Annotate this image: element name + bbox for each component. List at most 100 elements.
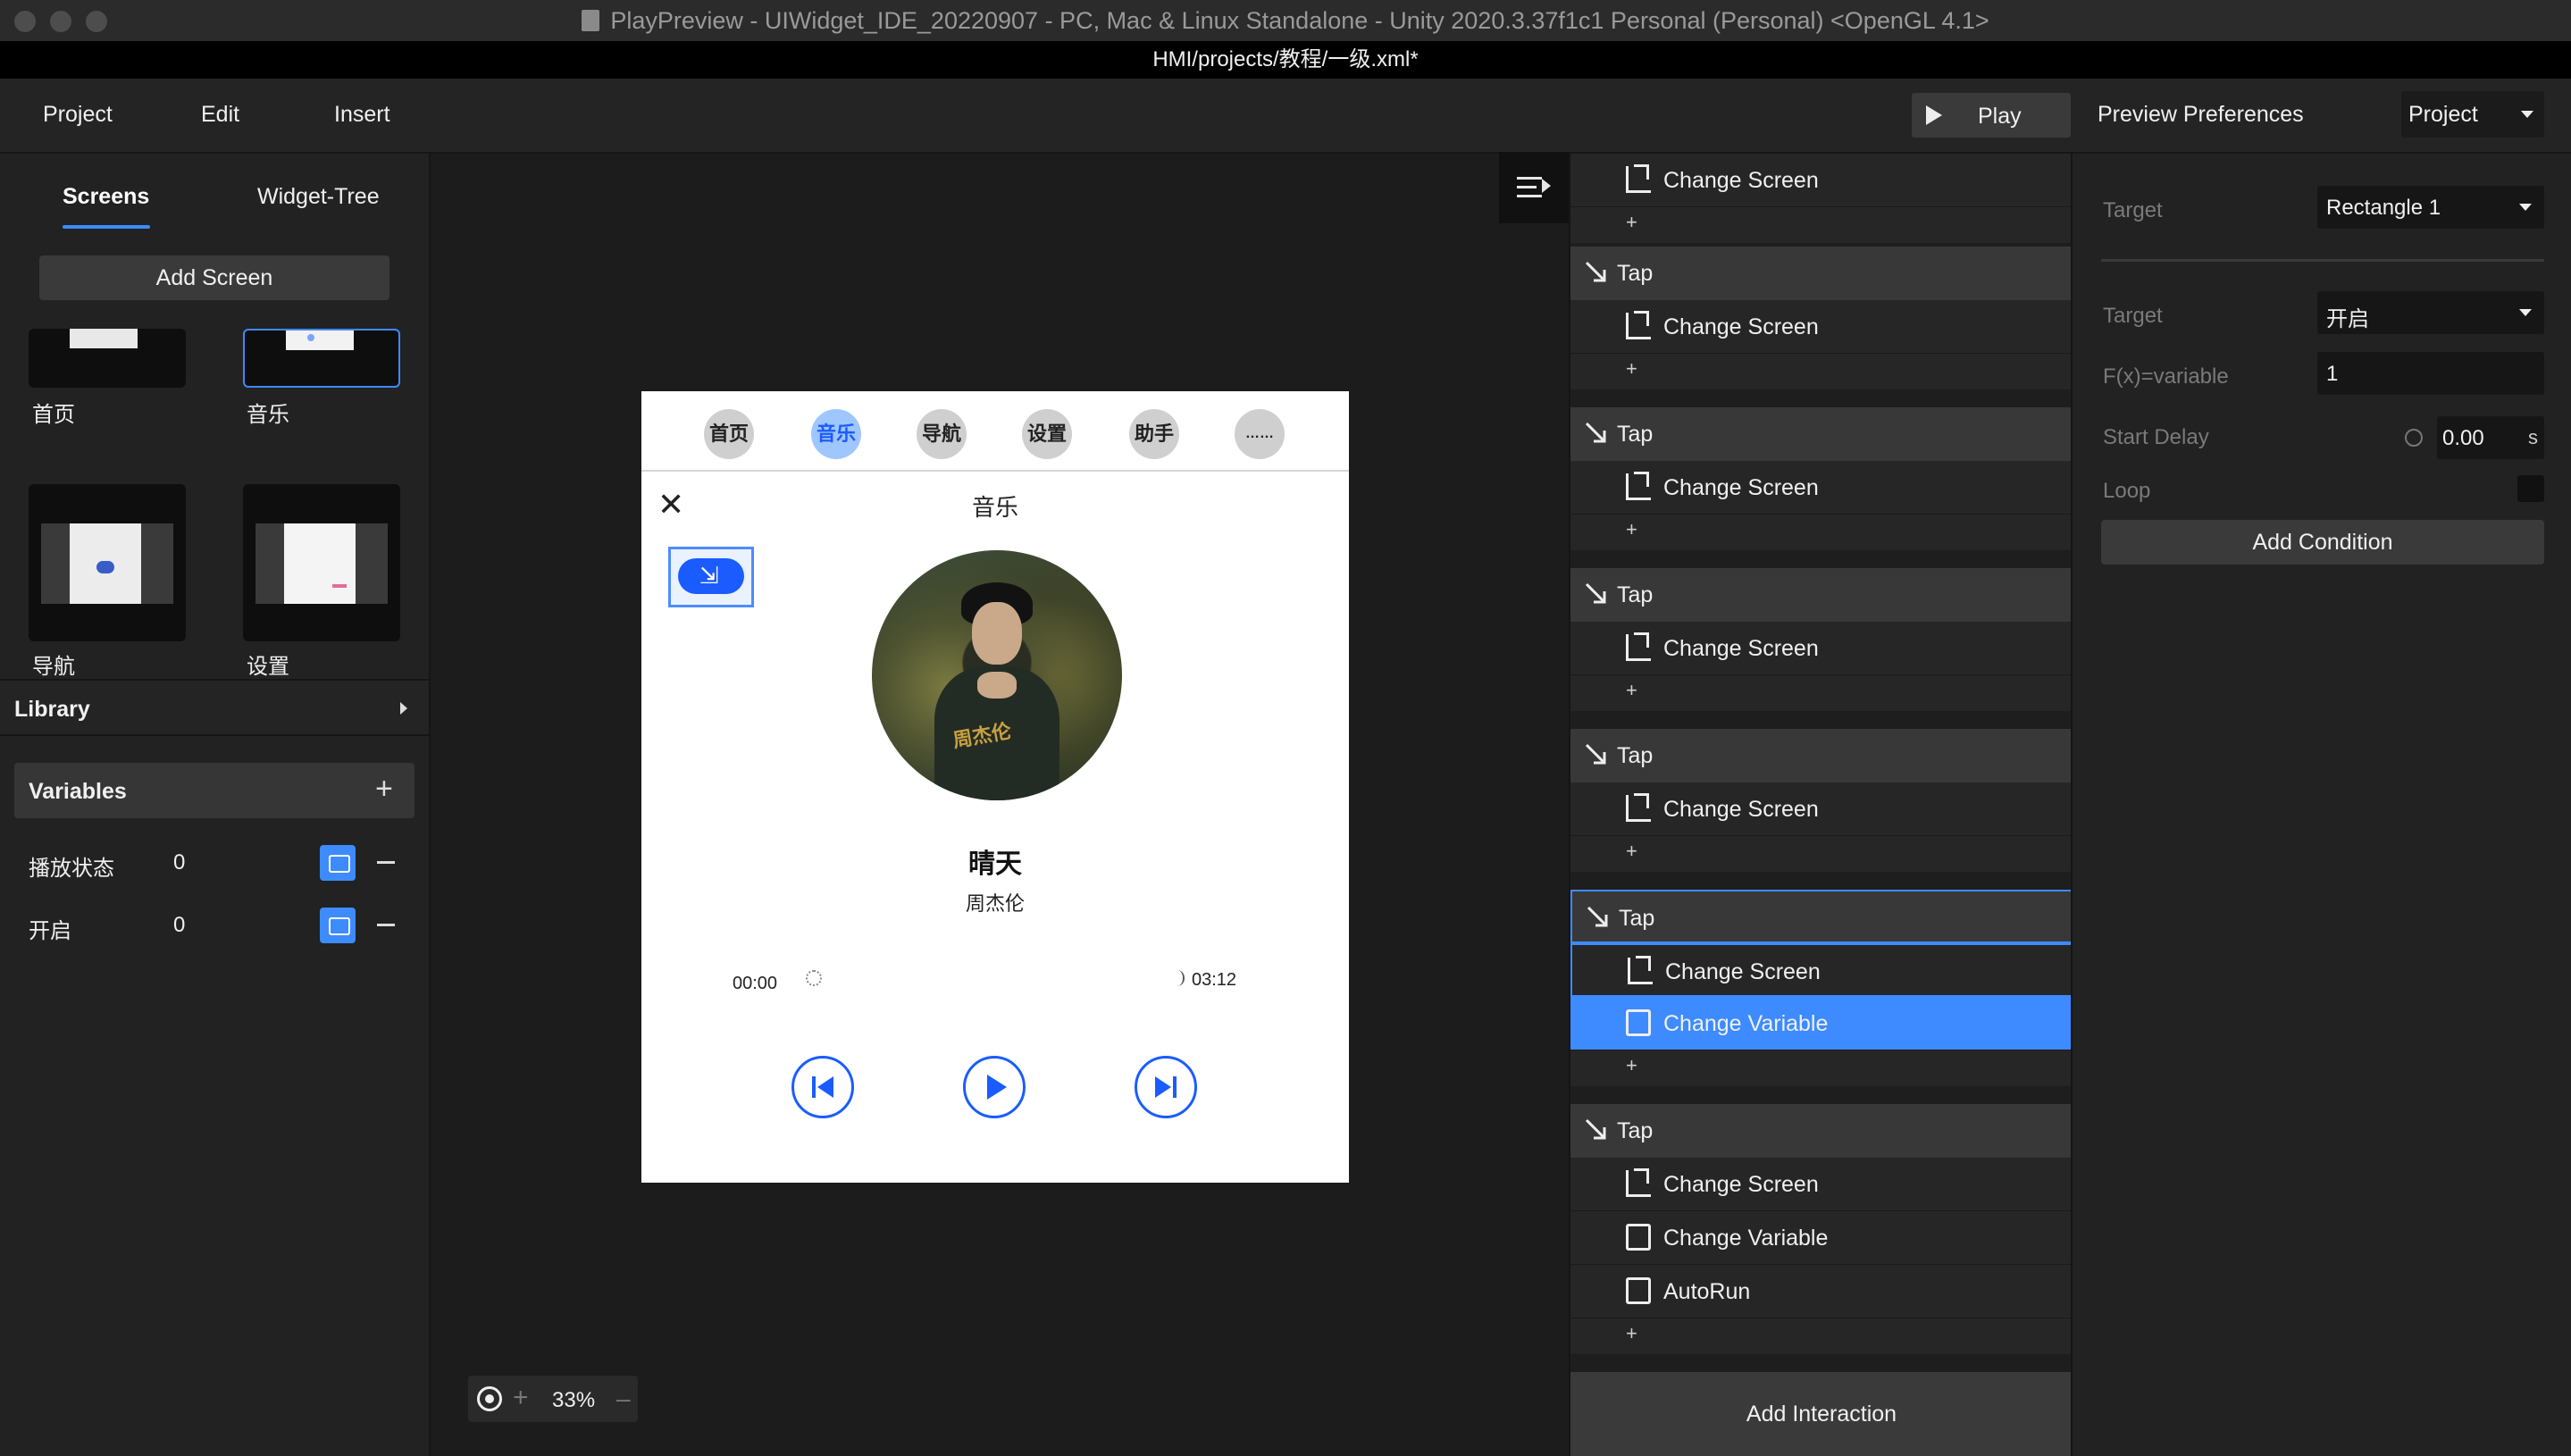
screen-thumbnail-home[interactable] xyxy=(29,329,186,388)
interaction-trigger[interactable]: Tap xyxy=(1570,247,2073,300)
loop-checkbox[interactable] xyxy=(2517,475,2544,502)
action-item[interactable]: Change Screen xyxy=(1570,300,2073,354)
collapse-icon xyxy=(1517,177,1542,180)
target-label: Target xyxy=(2103,198,2163,222)
tab-screens[interactable]: Screens xyxy=(63,184,149,210)
zoom-in-button[interactable]: + xyxy=(513,1383,529,1413)
screen-thumbnail-settings[interactable] xyxy=(243,484,400,641)
device-nav-settings[interactable]: 设置 xyxy=(1022,409,1072,459)
clock-icon xyxy=(2405,429,2423,447)
change-variable-icon xyxy=(1626,1009,1651,1036)
device-nav-assistant[interactable]: 助手 xyxy=(1129,409,1179,459)
add-action-symbol: + xyxy=(1626,211,1637,233)
zoom-out-button[interactable]: – xyxy=(616,1385,631,1413)
target-variable-value: 开启 xyxy=(2326,307,2369,331)
action-item[interactable]: Change Variable xyxy=(1570,1211,2073,1265)
add-action-symbol: + xyxy=(1626,1054,1637,1076)
add-screen-button[interactable]: Add Screen xyxy=(39,255,389,300)
loading-spinner-icon xyxy=(806,970,822,986)
add-action-row[interactable]: + xyxy=(1570,1050,2073,1086)
screen-thumbnail-music[interactable] xyxy=(243,329,400,388)
remove-variable-button[interactable] xyxy=(377,861,395,864)
add-action-row[interactable]: + xyxy=(1570,836,2073,872)
action-item[interactable]: Change Screen xyxy=(1570,622,2073,675)
add-action-row[interactable]: + xyxy=(1570,675,2073,711)
action-item[interactable]: Change Screen xyxy=(1570,461,2073,515)
chevron-down-icon xyxy=(2521,111,2533,118)
action-label: Change Screen xyxy=(1663,797,1819,822)
interactions-panel: Change Screen + Tap Change Screen + Tap … xyxy=(1569,154,2073,1456)
interaction-trigger[interactable]: Tap xyxy=(1570,568,2073,622)
previous-track-button[interactable] xyxy=(791,1056,854,1118)
add-action-row[interactable]: + xyxy=(1570,515,2073,550)
add-variable-button[interactable]: + xyxy=(375,772,393,807)
add-action-symbol: + xyxy=(1626,357,1637,380)
start-delay-input[interactable]: 0.00 s xyxy=(2437,416,2544,459)
add-interaction-button[interactable]: Add Interaction xyxy=(1570,1372,2073,1456)
recenter-icon[interactable] xyxy=(477,1386,502,1411)
action-item[interactable]: Change Screen xyxy=(1570,782,2073,836)
action-item[interactable]: Change Screen xyxy=(1570,943,2073,997)
start-delay-value: 0.00 xyxy=(2442,426,2484,450)
menu-project[interactable]: Project xyxy=(43,102,113,128)
fx-value-input[interactable]: 1 xyxy=(2317,352,2544,395)
collapse-panel-button[interactable] xyxy=(1499,152,1569,223)
action-item[interactable]: Change Screen xyxy=(1570,1158,2073,1211)
target-variable-dropdown[interactable]: 开启 xyxy=(2317,291,2544,334)
variable-link-icon[interactable] xyxy=(320,908,356,943)
divider xyxy=(2101,259,2544,262)
interaction-trigger[interactable]: Tap xyxy=(1570,729,2073,782)
action-item[interactable]: AutoRun xyxy=(1570,1265,2073,1318)
action-label: Change Screen xyxy=(1663,168,1819,193)
screen-thumbnail-navigation[interactable] xyxy=(29,484,186,641)
device-nav-music[interactable]: 音乐 xyxy=(811,409,861,459)
device-nav-more[interactable]: …… xyxy=(1235,409,1285,459)
project-scope-value: Project xyxy=(2408,102,2478,127)
tab-widget-tree[interactable]: Widget-Tree xyxy=(257,184,380,210)
target-value: Rectangle 1 xyxy=(2326,196,2441,220)
time-elapsed: 00:00 xyxy=(733,974,778,993)
add-condition-button[interactable]: Add Condition xyxy=(2101,520,2544,565)
action-item[interactable]: Change Screen xyxy=(1570,154,2073,207)
properties-panel: Target Rectangle 1 Target 开启 F(x)=variab… xyxy=(2071,154,2571,1456)
action-label: AutoRun xyxy=(1663,1279,1751,1304)
next-track-button[interactable] xyxy=(1135,1056,1197,1118)
tap-arrow-icon xyxy=(1587,906,1608,927)
add-action-row[interactable]: + xyxy=(1570,1318,2073,1354)
menu-edit[interactable]: Edit xyxy=(201,102,239,128)
add-action-row[interactable]: + xyxy=(1570,207,2073,243)
device-divider xyxy=(641,470,1349,472)
variable-value[interactable]: 0 xyxy=(173,850,185,875)
chevron-down-icon xyxy=(2519,309,2532,316)
tap-arrow-icon xyxy=(1585,743,1606,765)
library-title: Library xyxy=(14,697,90,722)
add-action-row[interactable]: + xyxy=(1570,354,2073,389)
fx-label: F(x)=variable xyxy=(2103,364,2229,389)
variable-row: 开启 0 xyxy=(0,899,429,952)
device-nav-navigation[interactable]: 导航 xyxy=(917,409,967,459)
menu-insert[interactable]: Insert xyxy=(334,102,390,128)
project-scope-dropdown[interactable]: Project xyxy=(2401,91,2544,138)
target-dropdown[interactable]: Rectangle 1 xyxy=(2317,186,2544,229)
play-button[interactable]: Play xyxy=(1912,93,2071,138)
interaction-trigger-selected[interactable]: Tap xyxy=(1570,890,2073,943)
minimize-player-button[interactable]: ⇲ xyxy=(668,547,754,607)
action-item-selected[interactable]: Change Variable xyxy=(1570,997,2073,1050)
add-action-symbol: + xyxy=(1626,1322,1637,1344)
remove-variable-button[interactable] xyxy=(377,924,395,926)
document-icon xyxy=(582,10,600,31)
variable-link-icon[interactable] xyxy=(320,845,356,881)
window-title: PlayPreview - UIWidget_IDE_20220907 - PC… xyxy=(0,7,2571,35)
variable-name: 开启 xyxy=(29,919,71,943)
device-nav-home[interactable]: 首页 xyxy=(704,409,754,459)
play-label: Play xyxy=(1978,104,2022,129)
interaction-trigger[interactable]: Tap xyxy=(1570,1104,2073,1158)
add-action-symbol: + xyxy=(1626,679,1637,701)
loading-spinner-icon xyxy=(1170,970,1185,986)
song-artist: 周杰伦 xyxy=(965,892,1025,915)
play-pause-button[interactable] xyxy=(963,1056,1026,1118)
variable-value[interactable]: 0 xyxy=(173,913,185,938)
library-section-header[interactable]: Library xyxy=(0,679,429,736)
interaction-trigger[interactable]: Tap xyxy=(1570,407,2073,461)
trigger-label: Tap xyxy=(1617,261,1654,286)
